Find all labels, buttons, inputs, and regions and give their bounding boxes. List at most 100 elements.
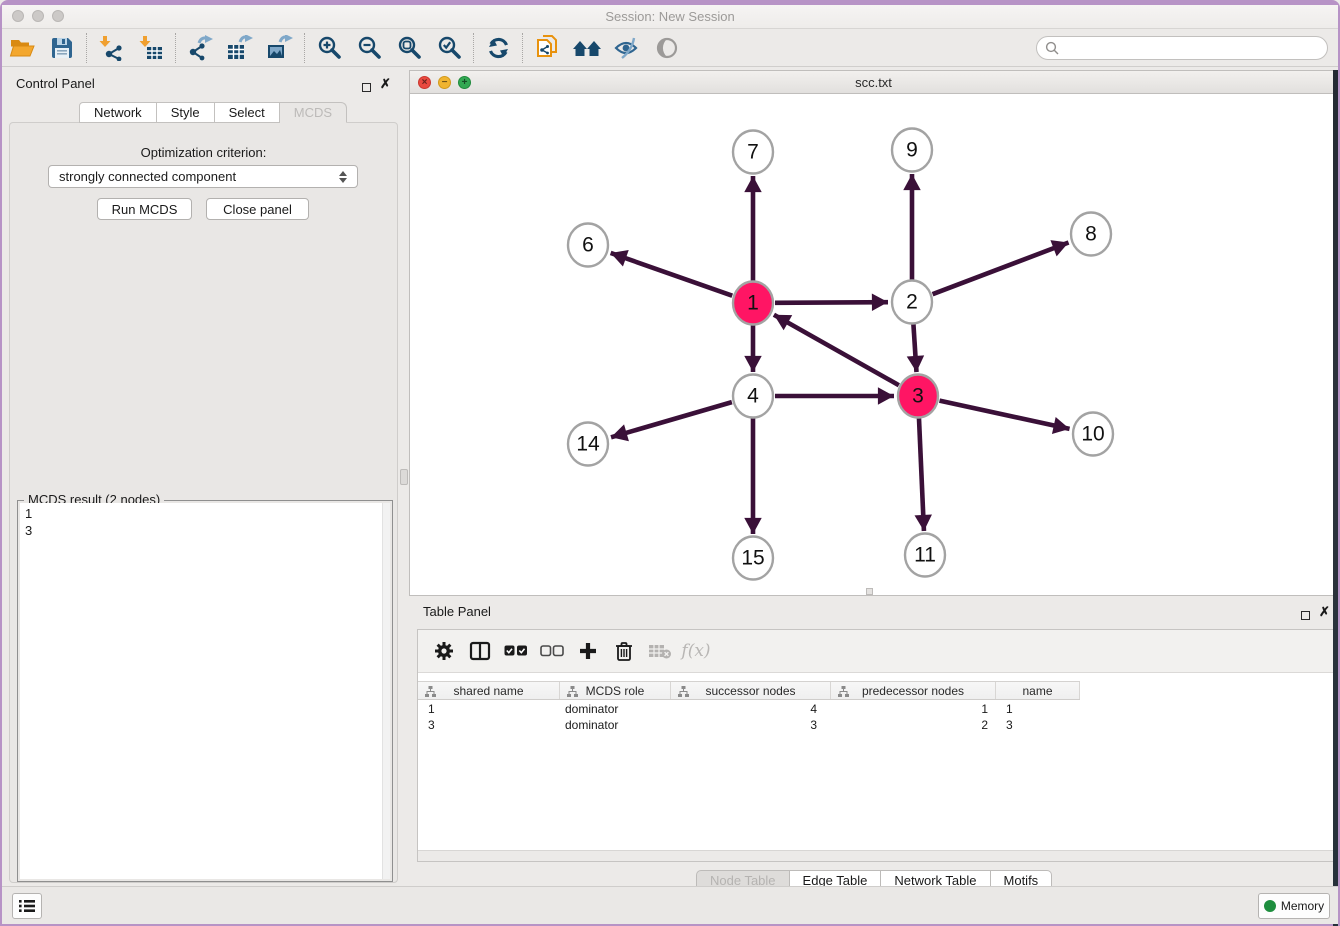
tab-network[interactable]: Network: [79, 102, 157, 123]
show-panels-menu-button[interactable]: [12, 893, 42, 919]
refresh-button[interactable]: [478, 32, 518, 64]
mcds-result-textarea[interactable]: 13: [20, 503, 390, 879]
network-window-titlebar: × − + scc.txt: [410, 71, 1337, 94]
show-column-button[interactable]: [462, 634, 498, 668]
canvas-resize-handle[interactable]: [866, 588, 873, 595]
graph-edge-3-11[interactable]: [919, 418, 924, 531]
search-input[interactable]: [1059, 41, 1327, 55]
table-cell[interactable]: 1: [418, 701, 560, 717]
table-footer-strip: [418, 850, 1333, 861]
refresh-icon: [486, 36, 511, 60]
control-panel-float-button[interactable]: [362, 79, 371, 97]
mcds-result-scrollbar[interactable]: [382, 503, 390, 879]
window-title: Session: New Session: [2, 9, 1338, 24]
column-header-predecessor-nodes[interactable]: predecessor nodes: [831, 682, 996, 699]
zoom-selected-button[interactable]: [429, 32, 469, 64]
column-header-successor-nodes[interactable]: successor nodes: [671, 682, 831, 699]
table-cell[interactable]: 1: [831, 701, 996, 717]
zoom-out-button[interactable]: [349, 32, 389, 64]
duplicate-network-button[interactable]: [527, 32, 567, 64]
delete-table-icon: [648, 643, 672, 659]
table-cell[interactable]: 3: [418, 717, 560, 733]
toolbar-separator: [473, 33, 474, 63]
deselect-all-button[interactable]: [534, 634, 570, 668]
table-cell[interactable]: 3: [671, 717, 831, 733]
float-icon: [1301, 611, 1310, 620]
tab-style[interactable]: Style: [157, 102, 215, 123]
mcds-result-line: 1: [25, 505, 385, 522]
graph-node-label: 1: [747, 292, 759, 315]
export-image-icon: [266, 35, 294, 61]
plus-icon: [578, 641, 598, 661]
create-column-button[interactable]: [570, 634, 606, 668]
graph-edge-3-10[interactable]: [939, 401, 1069, 429]
zoom-fit-button[interactable]: [389, 32, 429, 64]
export-network-button[interactable]: [180, 32, 220, 64]
column-header-shared-name[interactable]: shared name: [418, 682, 560, 699]
memory-button[interactable]: Memory: [1258, 893, 1330, 919]
function-builder-button[interactable]: f(x): [678, 634, 714, 668]
column-header-name[interactable]: name: [996, 682, 1080, 699]
homes-button[interactable]: [567, 32, 607, 64]
status-bar: Memory: [2, 886, 1338, 924]
fx-icon: f(x): [681, 641, 710, 661]
control-panel-close-button[interactable]: ✗: [380, 76, 391, 92]
export-image-button[interactable]: [260, 32, 300, 64]
graph-node-label: 6: [582, 234, 594, 257]
graph-edge-4-14[interactable]: [611, 402, 732, 437]
table-cell[interactable]: 3: [996, 717, 1080, 733]
eye-button[interactable]: [647, 32, 687, 64]
open-session-button[interactable]: [2, 32, 42, 64]
column-header-MCDS-role[interactable]: MCDS role: [560, 682, 671, 699]
graph-edge-3-1[interactable]: [774, 315, 899, 385]
toolbar-separator: [86, 33, 87, 63]
close-panel-button[interactable]: Close panel: [206, 198, 309, 220]
table-row[interactable]: 1dominator411: [418, 701, 1080, 717]
delete-column-button[interactable]: [606, 634, 642, 668]
float-icon: [362, 83, 371, 92]
graph-edge-2-3[interactable]: [913, 324, 916, 372]
import-table-button[interactable]: [131, 32, 171, 64]
column-header-label: shared name: [453, 684, 523, 698]
table-panel-float-button[interactable]: [1301, 607, 1310, 625]
main-toolbar: [2, 29, 1338, 67]
run-mcds-button[interactable]: Run MCDS: [97, 198, 192, 220]
toolbar-separator: [304, 33, 305, 63]
graph-node-label: 3: [912, 385, 924, 408]
table-cell[interactable]: dominator: [560, 717, 671, 733]
delete-table-button[interactable]: [642, 634, 678, 668]
table-row[interactable]: 3dominator323: [418, 717, 1080, 733]
table-cell[interactable]: dominator: [560, 701, 671, 717]
table-cell[interactable]: 2: [831, 717, 996, 733]
hide-eye-icon: [613, 36, 641, 60]
table-cell[interactable]: 4: [671, 701, 831, 717]
select-all-button[interactable]: [498, 634, 534, 668]
search-box[interactable]: [1036, 36, 1328, 60]
hide-eye-button[interactable]: [607, 32, 647, 64]
eye-icon: [655, 36, 679, 60]
criterion-dropdown[interactable]: strongly connected component: [48, 165, 358, 188]
toolbar-separator: [175, 33, 176, 63]
column-header-label: MCDS role: [586, 684, 645, 698]
memory-label: Memory: [1281, 899, 1324, 913]
vertical-splitter-handle[interactable]: [400, 469, 408, 485]
hierarchy-icon: [838, 686, 849, 697]
export-table-button[interactable]: [220, 32, 260, 64]
graph-edge-2-8[interactable]: [933, 243, 1069, 295]
tab-mcds[interactable]: MCDS: [280, 102, 347, 123]
network-window-title: scc.txt: [410, 75, 1337, 90]
table-cell[interactable]: 1: [996, 701, 1080, 717]
zoom-fit-icon: [397, 35, 422, 60]
homes-icon: [571, 36, 603, 60]
graph-edge-1-6[interactable]: [611, 253, 733, 296]
save-session-button[interactable]: [42, 32, 82, 64]
table-settings-button[interactable]: [426, 634, 462, 668]
import-network-button[interactable]: [91, 32, 131, 64]
tab-select[interactable]: Select: [215, 102, 280, 123]
control-panel-tabs: Network Style Select MCDS: [79, 102, 347, 123]
network-canvas[interactable]: 7968124314101511: [410, 94, 1337, 595]
graph-edge-1-2[interactable]: [775, 302, 888, 303]
table-panel-close-button[interactable]: ✗: [1319, 604, 1330, 620]
zoom-in-button[interactable]: [309, 32, 349, 64]
graph-node-label: 2: [906, 291, 918, 314]
